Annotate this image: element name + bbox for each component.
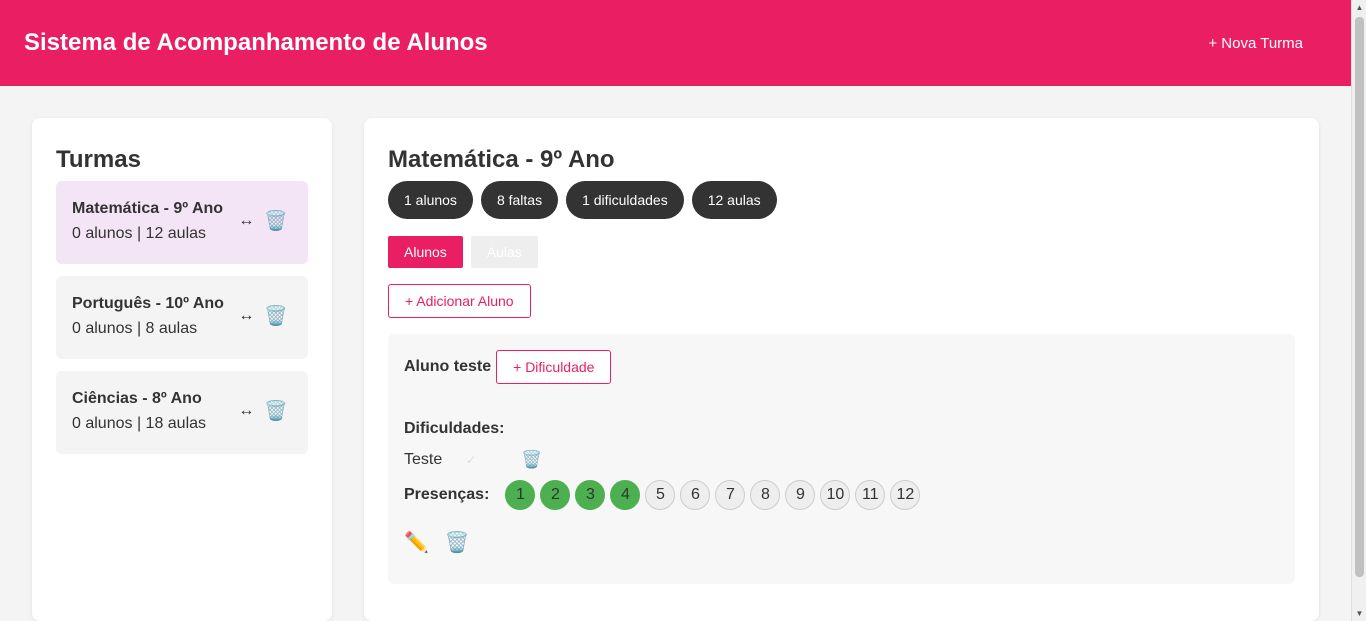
presence-dot[interactable]: 5 [645,480,676,510]
presence-dots: 1 2 3 4 5 6 7 8 9 10 11 12 [505,480,921,510]
trash-icon[interactable]: 🗑️ [264,399,288,423]
add-difficulty-button[interactable]: + Dificuldade [496,350,612,384]
presence-dot[interactable]: 6 [680,480,711,510]
class-item-portugues[interactable]: Português - 10º Ano 0 alunos | 8 aulas ↔… [56,276,308,359]
new-class-button[interactable]: + Nova Turma [1192,27,1319,60]
presence-dot[interactable]: 10 [820,480,851,510]
move-arrows-icon[interactable]: ↔ [238,212,254,230]
check-icon[interactable]: ✓ [466,453,521,467]
student-name: Aluno teste [404,358,492,375]
presence-dot[interactable]: 11 [855,480,886,510]
presence-dot[interactable]: 2 [540,480,571,510]
trash-icon[interactable]: 🗑️ [521,450,542,470]
stat-difficulties-badge: 1 dificuldades [566,181,684,219]
difficulties-title: Dificuldades: [404,420,505,437]
stat-students-badge: 1 alunos [388,181,473,219]
tab-aulas[interactable]: Aulas [470,236,538,268]
presences-label: Presenças: [404,486,490,503]
presence-dot[interactable]: 8 [750,480,781,510]
presence-dot[interactable]: 7 [715,480,746,510]
class-detail-panel: Matemática - 9º Ano 1 alunos 8 faltas 1 … [364,118,1319,621]
app-header: Sistema de Acompanhamento de Alunos + No… [0,0,1351,86]
add-student-button[interactable]: + Adicionar Aluno [388,284,531,318]
trash-icon[interactable]: 🗑️ [264,304,288,328]
class-stats: 1 alunos 8 faltas 1 dificuldades 12 aula… [388,181,1295,219]
scroll-up-icon[interactable]: ▲ [1352,0,1366,15]
app-title: Sistema de Acompanhamento de Alunos [24,29,488,56]
student-card: Aluno teste + Dificuldade Dificuldades: … [388,334,1295,584]
sidebar-title: Turmas [56,146,141,173]
pencil-icon[interactable]: ✏️ [404,530,429,555]
presence-dot[interactable]: 3 [575,480,606,510]
difficulty-text: Teste [404,451,443,468]
presence-dot[interactable]: 1 [505,480,536,510]
trash-icon[interactable]: 🗑️ [445,530,470,555]
trash-icon[interactable]: 🗑️ [264,209,288,233]
stat-lessons-badge: 12 aulas [691,181,777,219]
presence-dot[interactable]: 12 [890,480,921,510]
scrollbar[interactable]: ▲ ▼ [1351,0,1366,621]
difficulty-item: Teste ✓ 🗑️ [404,450,1279,470]
scrollbar-thumb[interactable] [1355,17,1364,577]
class-item-matematica[interactable]: Matemática - 9º Ano 0 alunos | 12 aulas … [56,181,308,264]
presence-dot[interactable]: 4 [610,480,641,510]
presence-dot[interactable]: 9 [785,480,816,510]
class-item-ciencias[interactable]: Ciências - 8º Ano 0 alunos | 18 aulas ↔ … [56,371,308,454]
scroll-down-icon[interactable]: ▼ [1352,606,1366,621]
tabs: Alunos Aulas [388,236,1295,268]
presences-row: Presenças: 1 2 3 4 5 6 7 8 9 10 11 12 [404,480,1279,510]
tab-alunos[interactable]: Alunos [388,236,463,268]
class-title: Matemática - 9º Ano [388,146,615,173]
move-arrows-icon[interactable]: ↔ [238,402,254,420]
classes-sidebar: Turmas Matemática - 9º Ano 0 alunos | 12… [32,118,332,621]
move-arrows-icon[interactable]: ↔ [238,307,254,325]
stat-absences-badge: 8 faltas [480,181,559,219]
